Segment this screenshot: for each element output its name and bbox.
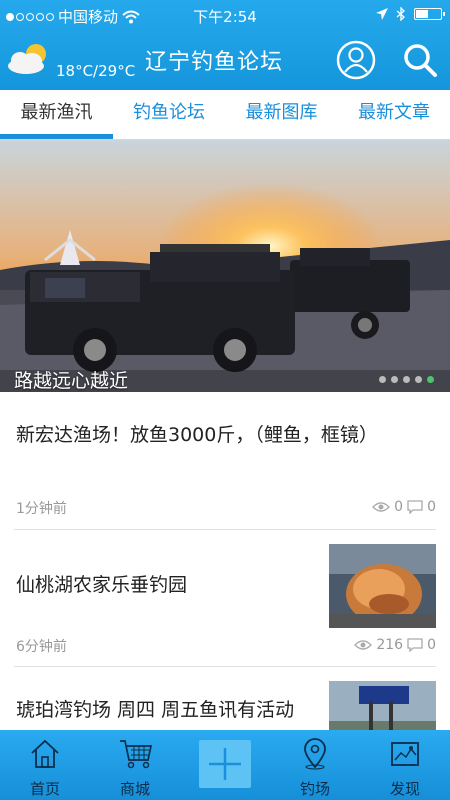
map-pin-icon [304, 738, 326, 770]
tabbar-home[interactable]: 首页 [0, 730, 90, 800]
view-count: 0 [394, 499, 404, 515]
list-item[interactable]: 琥珀湾钓场 周四 周五鱼讯有活动 [0, 667, 450, 730]
home-icon [31, 739, 59, 768]
app-header: 中国移动 下午2:54 18°C/29°C 辽宁钓鱼论坛 [0, 0, 450, 90]
carousel-pager [379, 376, 434, 383]
news-time: 1分钟前 [16, 501, 67, 517]
news-stats: 216 0 [354, 637, 436, 653]
tabbar-discover-label: 发现 [389, 780, 420, 798]
plus-icon [209, 748, 241, 780]
banner-carousel[interactable]: 路越远心越近 [0, 140, 450, 392]
tabbar-fishing-spots-label: 钓场 [299, 780, 330, 798]
eye-icon [372, 502, 391, 512]
tab-latest-fishing-news[interactable]: 最新渔汛 [0, 90, 113, 138]
eye-icon [354, 640, 373, 650]
news-time: 6分钟前 [16, 639, 67, 655]
news-thumbnail [329, 544, 436, 628]
tabbar-shop-label: 商城 [119, 780, 150, 798]
active-tab-indicator [0, 134, 113, 139]
temperature-label: 18°C/29°C [56, 62, 136, 80]
location-arrow-icon [376, 8, 388, 20]
tab-latest-articles[interactable]: 最新文章 [338, 90, 450, 138]
tab-latest-gallery[interactable]: 最新图库 [225, 90, 338, 138]
bluetooth-icon [396, 7, 405, 21]
pager-dot-active [427, 376, 434, 383]
discover-map-icon [391, 742, 419, 766]
news-title: 仙桃湖农家乐垂钓园 [16, 574, 188, 596]
tabbar-shop[interactable]: 商城 [90, 730, 180, 800]
tabbar-home-label: 首页 [29, 780, 60, 798]
pager-dot [415, 376, 422, 383]
add-post-button[interactable] [199, 740, 251, 788]
list-item[interactable]: 新宏达渔场！放鱼3000斤，（鲤鱼，框镜） 1分钟前 0 0 [0, 392, 450, 529]
shopping-cart-icon [120, 740, 153, 769]
user-profile-icon[interactable] [336, 40, 376, 80]
list-item[interactable]: 仙桃湖农家乐垂钓园 6分钟前 216 0 [0, 530, 450, 666]
pager-dot [379, 376, 386, 383]
news-stats: 0 0 [372, 499, 436, 515]
comment-icon [407, 638, 423, 652]
pager-dot [391, 376, 398, 383]
page-title: 辽宁钓鱼论坛 [145, 50, 284, 75]
tabbar-discover[interactable]: 发现 [360, 730, 450, 800]
battery-icon [414, 8, 445, 20]
news-title: 新宏达渔场！放鱼3000斤，（鲤鱼，框镜） [16, 424, 378, 446]
tab-fishing-forum[interactable]: 钓鱼论坛 [113, 90, 225, 138]
comment-count: 0 [427, 637, 436, 653]
comment-icon [407, 500, 423, 514]
bottom-tab-bar: 首页 商城 钓场 发现 [0, 730, 450, 800]
news-title: 琥珀湾钓场 周四 周五鱼讯有活动 [16, 699, 295, 721]
tabbar-fishing-spots[interactable]: 钓场 [270, 730, 360, 800]
pager-dot [403, 376, 410, 383]
view-count: 216 [376, 637, 404, 653]
banner-caption: 路越远心越近 [14, 370, 129, 392]
news-thumbnail [329, 681, 436, 730]
comment-count: 0 [427, 499, 436, 515]
status-bar: 中国移动 下午2:54 [0, 0, 450, 30]
banner-image [0, 140, 450, 392]
search-icon[interactable] [402, 42, 438, 78]
category-tabs: 最新渔汛 钓鱼论坛 最新图库 最新文章 [0, 90, 450, 140]
partly-cloudy-icon [8, 44, 46, 74]
